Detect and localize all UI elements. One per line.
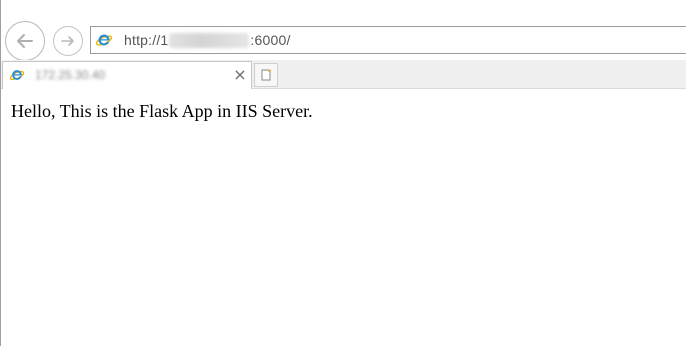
forward-button[interactable] bbox=[53, 26, 83, 56]
tab-favicon-icon bbox=[9, 67, 25, 83]
active-tab[interactable]: 172.25.30.40 × bbox=[2, 61, 252, 89]
new-tab-button[interactable] bbox=[254, 63, 278, 87]
new-tab-icon bbox=[261, 68, 272, 81]
page-content: Hello, This is the Flask App in IIS Serv… bbox=[1, 89, 686, 346]
url-text: http://1 :6000/ bbox=[124, 32, 291, 48]
address-bar[interactable]: http://1 :6000/ bbox=[90, 26, 686, 54]
redacted-host bbox=[169, 32, 250, 48]
tab-title: 172.25.30.40 bbox=[35, 68, 106, 82]
forward-arrow-icon bbox=[61, 36, 74, 46]
close-icon[interactable]: × bbox=[231, 65, 249, 85]
tab-strip: 172.25.30.40 × bbox=[1, 60, 686, 89]
page-body-text: Hello, This is the Flask App in IIS Serv… bbox=[11, 101, 313, 121]
back-button[interactable] bbox=[5, 21, 45, 61]
url-prefix: http://1 bbox=[124, 32, 169, 48]
navigation-toolbar: http://1 :6000/ bbox=[1, 0, 686, 61]
back-arrow-icon bbox=[17, 34, 33, 48]
browser-window: http://1 :6000/ 172.25.30.40 × Hello, Thi… bbox=[0, 0, 686, 346]
internet-explorer-icon bbox=[95, 31, 113, 49]
url-suffix: :6000/ bbox=[250, 32, 291, 48]
